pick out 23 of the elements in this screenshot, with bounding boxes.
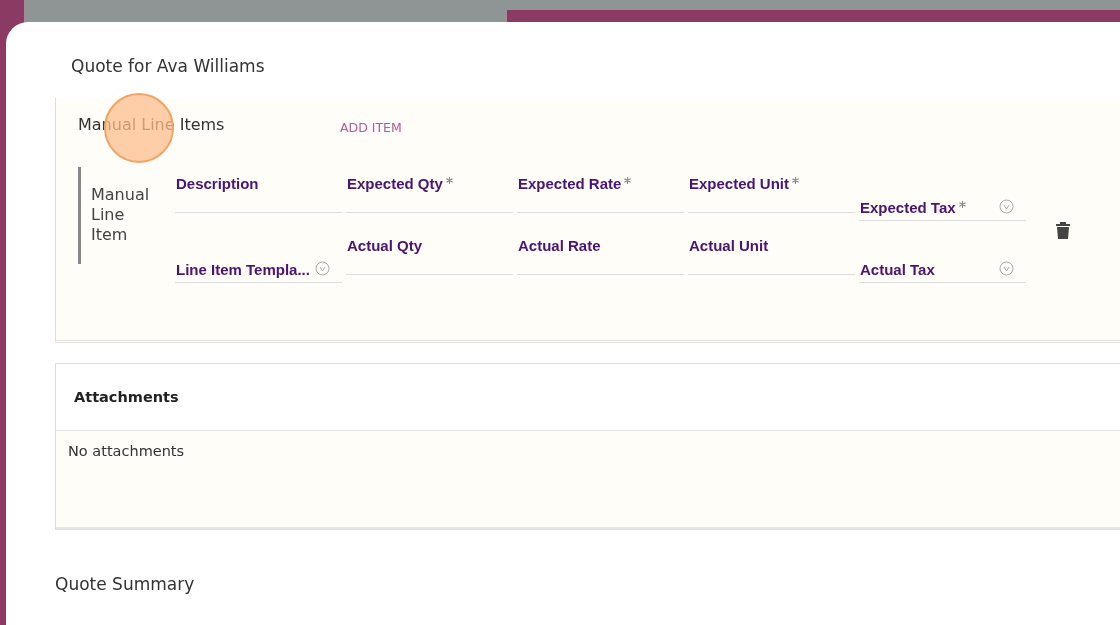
select-field[interactable]: Actual Tax: [859, 237, 1026, 283]
dropdown-icon[interactable]: [999, 261, 1014, 276]
required-icon: [445, 177, 453, 184]
dropdown-icon[interactable]: [999, 199, 1014, 214]
select-field[interactable]: Expected Tax: [859, 175, 1026, 221]
required-icon: [958, 201, 966, 208]
input-field[interactable]: Expected Rate: [517, 175, 684, 213]
trash-icon[interactable]: [1056, 221, 1070, 239]
required-icon: [792, 177, 800, 184]
dialog-title: Quote for Ava Williams: [71, 56, 266, 78]
input-field[interactable]: Actual Rate: [517, 237, 684, 275]
input-field[interactable]: Actual Qty: [346, 237, 513, 275]
input-field[interactable]: Expected Unit: [688, 175, 855, 213]
required-icon: [624, 177, 632, 184]
select-field[interactable]: Line Item Templa...: [175, 237, 342, 283]
input-field[interactable]: Actual Unit: [688, 237, 855, 275]
item-label: Manual Line Item: [78, 167, 175, 264]
add-item-button[interactable]: ADD ITEM: [340, 118, 402, 137]
input-field[interactable]: Description: [175, 175, 342, 213]
dropdown-icon[interactable]: [315, 261, 330, 276]
section-heading: Quote Summary: [55, 574, 196, 594]
empty-message: No attachments: [56, 431, 1120, 529]
input-field[interactable]: Expected Qty: [346, 175, 513, 213]
